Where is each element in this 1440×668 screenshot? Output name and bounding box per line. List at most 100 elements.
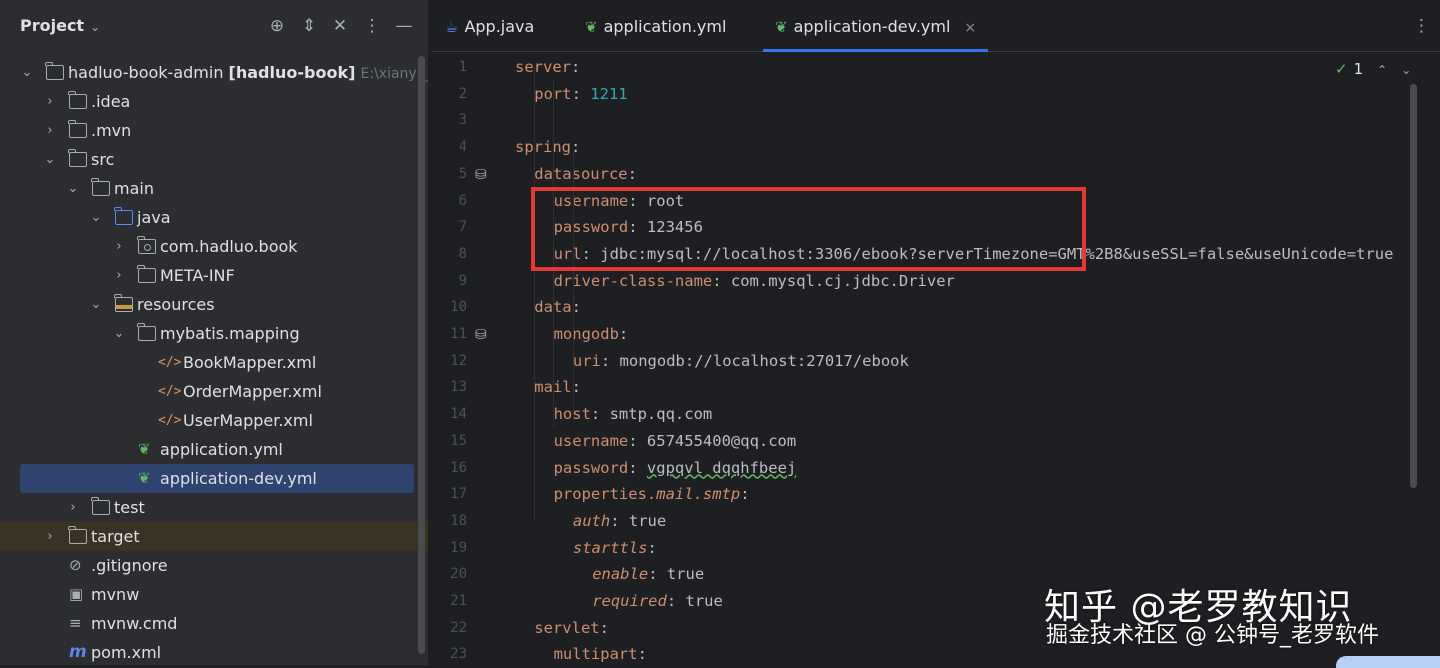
code-line[interactable]: multipart:: [554, 641, 647, 665]
chevron-down-icon[interactable]: ⌄: [43, 145, 57, 174]
tree-item-label: resources: [137, 290, 215, 319]
collapse-all-icon[interactable]: ✕: [329, 15, 351, 37]
tree-item[interactable]: ❦ application-dev.yml: [0, 464, 428, 493]
line-number: 13: [450, 379, 467, 396]
yaml-key: properties.: [553, 485, 657, 504]
yaml-value: :: [637, 645, 647, 664]
tree-item[interactable]: › test: [0, 493, 428, 522]
code-line[interactable]: required: true: [592, 588, 723, 615]
tree-item[interactable]: ▣ mvnw: [0, 580, 428, 609]
code-line[interactable]: uri: mongodb://localhost:27017/ebook: [573, 348, 909, 375]
tree-item[interactable]: › .idea: [0, 87, 428, 116]
chevron-down-icon[interactable]: ⌄: [20, 58, 34, 87]
code-line[interactable]: servlet:: [534, 615, 609, 642]
code-line[interactable]: username: 657455400@qq.com: [554, 428, 797, 455]
chevron-right-icon[interactable]: ›: [66, 493, 80, 522]
tab-application-dev-yml[interactable]: ❦ application-dev.yml ×: [763, 0, 989, 52]
chevron-right-icon[interactable]: ›: [43, 522, 57, 551]
database-icon[interactable]: ⛁: [475, 327, 491, 343]
text-file-icon: ≡: [69, 614, 82, 632]
tree-item-label: .idea: [91, 87, 130, 116]
folder-icon: [91, 178, 110, 196]
folder-icon: [45, 62, 64, 80]
project-scrollbar[interactable]: [418, 56, 425, 654]
tree-item[interactable]: </> UserMapper.xml: [0, 406, 428, 435]
database-icon[interactable]: ⛁: [475, 167, 491, 183]
tree-item[interactable]: </> BookMapper.xml: [0, 348, 428, 377]
yaml-key: mongodb: [553, 325, 619, 343]
code-line[interactable]: datasource:: [534, 161, 637, 188]
tab-app-java[interactable]: ☕ App.java: [445, 0, 534, 52]
project-view-selector[interactable]: Project ⌄: [20, 16, 100, 35]
tree-item[interactable]: ≡ mvnw.cmd: [0, 609, 428, 638]
code-line[interactable]: port: 1211: [534, 81, 627, 108]
tree-item-name: src: [91, 150, 115, 169]
chevron-right-icon[interactable]: ›: [43, 116, 57, 145]
yaml-value: :: [627, 164, 637, 183]
code-line[interactable]: host: smtp.qq.com: [554, 401, 713, 428]
module-name: [hadluo-book]: [228, 63, 356, 82]
crosshair-icon[interactable]: ⊕: [266, 15, 288, 37]
chevron-down-icon[interactable]: ⌄: [1401, 63, 1411, 77]
tree-item[interactable]: › com.hadluo.book: [0, 232, 428, 261]
code-line[interactable]: auth: true: [573, 508, 666, 535]
line-number: 2: [458, 85, 467, 102]
code-editor[interactable]: 1 2 3 4 5 ⛁ 6 7 8 9 10 11 ⛁ 12 13 14 15 16 17 18 19 20 21 22 23 …: [431, 52, 1440, 665]
tree-item[interactable]: › .mvn: [0, 116, 428, 145]
tree-item[interactable]: › META-INF: [0, 261, 428, 290]
chevron-up-icon[interactable]: ⌃: [1377, 63, 1387, 77]
tree-item-label: mvnw: [91, 580, 139, 609]
tree-item[interactable]: ⌄ main: [0, 174, 428, 203]
more-icon[interactable]: ⋮: [361, 15, 383, 37]
tree-item[interactable]: ⊘ .gitignore: [0, 551, 428, 580]
tree-item-name: application.yml: [160, 440, 283, 459]
folder-icon: [68, 526, 87, 544]
tree-item-name: com.hadluo.book: [160, 237, 298, 256]
tree-item[interactable]: ⌄ mybatis.mapping: [0, 319, 428, 348]
tree-item-label: UserMapper.xml: [183, 406, 313, 435]
yaml-key: mail.smtp: [656, 485, 741, 504]
tree-item[interactable]: ⌄ hadluo-book-admin [hadluo-book] E:\xian…: [0, 58, 428, 87]
yaml-key: password: [553, 458, 629, 477]
tree-item-name: main: [114, 179, 154, 198]
tree-item-label: OrderMapper.xml: [183, 377, 322, 406]
code-line[interactable]: password: vgpqvl dqqhfbeej: [554, 455, 797, 482]
inspection-count: 1: [1353, 60, 1364, 78]
tab-label: App.java: [464, 17, 535, 36]
code-line[interactable]: server:: [515, 54, 580, 81]
code-line[interactable]: properties.mail.smtp:: [554, 481, 750, 508]
tree-item-label: META-INF: [160, 261, 235, 290]
tree-item-name: hadluo-book-admin: [68, 63, 224, 82]
code-line[interactable]: mongodb:: [554, 321, 629, 348]
chevron-down-icon[interactable]: ⌄: [89, 203, 103, 232]
project-panel-header: Project ⌄ ⊕ ⇕ ✕ ⋮ —: [0, 0, 428, 52]
tree-item[interactable]: › target: [0, 522, 428, 551]
tree-item[interactable]: ⌄ resources: [0, 290, 428, 319]
code-line[interactable]: enable: true: [592, 561, 704, 588]
chevron-right-icon[interactable]: ›: [43, 87, 57, 116]
minimize-icon[interactable]: —: [393, 15, 415, 37]
inspection-widget[interactable]: ✓ 1 ⌃ ⌄: [1335, 60, 1411, 78]
chevron-down-icon[interactable]: ⌄: [89, 290, 103, 319]
chevron-right-icon[interactable]: ›: [112, 232, 126, 261]
tree-item[interactable]: ⌄ src: [0, 145, 428, 174]
close-icon[interactable]: ×: [964, 20, 976, 36]
chevron-down-icon[interactable]: ⌄: [112, 319, 126, 348]
yaml-value: :: [571, 58, 581, 76]
tree-item-label: mybatis.mapping: [160, 319, 300, 348]
tree-item[interactable]: ⌄ java: [0, 203, 428, 232]
editor-scrollbar[interactable]: [1410, 84, 1417, 488]
expand-collapse-icon[interactable]: ⇕: [298, 15, 320, 37]
code-line[interactable]: spring:: [515, 134, 580, 161]
code-line[interactable]: driver-class-name: com.mysql.cj.jdbc.Dri…: [554, 268, 955, 295]
tree-item[interactable]: m pom.xml: [0, 638, 428, 665]
chevron-right-icon[interactable]: ›: [112, 261, 126, 290]
tree-item[interactable]: </> OrderMapper.xml: [0, 377, 428, 406]
tab-application-yml[interactable]: ❦ application.yml: [585, 0, 726, 52]
tree-item[interactable]: ❦ application.yml: [0, 435, 428, 464]
code-line[interactable]: starttls:: [573, 535, 657, 562]
tabs-more-icon[interactable]: ⋮: [1413, 16, 1430, 36]
chevron-down-icon[interactable]: ⌄: [66, 174, 80, 203]
spring-leaf-icon: ❦: [585, 18, 598, 36]
tree-item-name: .gitignore: [91, 556, 168, 575]
